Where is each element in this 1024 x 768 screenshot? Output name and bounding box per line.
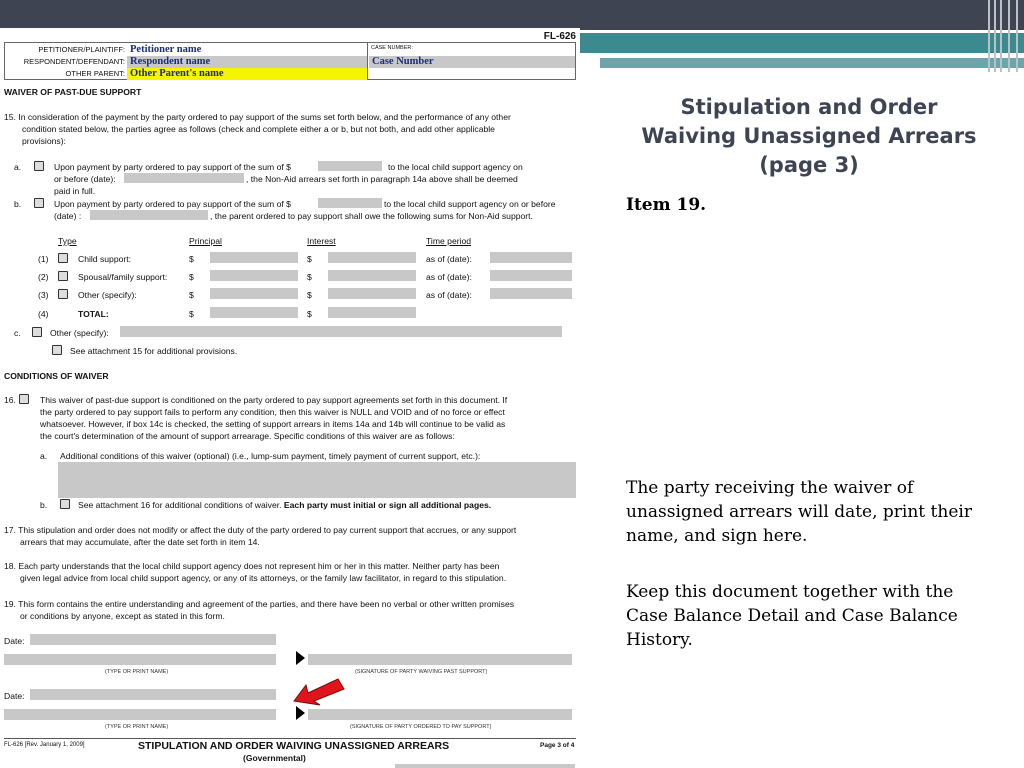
petitioner-value: Petitioner name [130,44,202,55]
petitioner-label: PETITIONER/PLAINTIFF: [38,45,125,54]
item15b-line2: (date) : [54,211,82,221]
keep-document-paragraph: Keep this document together with the Cas… [626,582,958,650]
item15c-checkbox[interactable] [32,327,42,337]
item15a-checkbox[interactable] [34,161,44,171]
item15-line3: provisions): [22,136,66,146]
item16-line1: This waiver of past-due support is condi… [40,395,508,405]
date-field[interactable] [30,634,276,645]
footer-title: STIPULATION AND ORDER WAIVING UNASSIGNED… [138,740,450,752]
item15a-line1: Upon payment by party ordered to pay sup… [54,162,291,172]
item16-line2: the party ordered to pay support fails t… [40,407,505,417]
waiver-heading: WAIVER OF PAST-DUE SUPPORT [4,87,142,97]
table-header-principal: Principal [189,236,222,246]
sig-ordered-caption: (SIGNATURE OF PARTY ORDERED TO PAY SUPPO… [350,724,492,730]
attachment15-text: See attachment 15 for additional provisi… [70,346,238,356]
item16b-label: b. [40,500,48,510]
spousal-support-checkbox[interactable] [58,271,68,281]
signature-field[interactable] [308,654,572,665]
item17-line2: arrears that may accumulate, after the d… [20,537,260,547]
item18-line1: 18. Each party understands that the loca… [4,561,500,571]
item15b-line1: Upon payment by party ordered to pay sup… [54,199,291,209]
arrow-right-icon [296,706,305,720]
conditions-heading: CONDITIONS OF WAIVER [4,371,109,381]
table-header-interest: Interest [307,236,336,246]
item15b-checkbox[interactable] [34,198,44,208]
item16-line3: whatsoever. However, if box 14c is check… [40,419,506,429]
item19-line1: 19. This form contains the entire unders… [4,599,515,609]
date-label: Date: [4,691,25,701]
slide-accent-band-lower [600,58,1024,68]
print-name-field[interactable] [4,654,276,665]
footer-page-number: Page 3 of 4 [540,742,575,749]
date-label: Date: [4,636,25,646]
item15c-text: Other (specify): [50,328,109,338]
other-support-checkbox[interactable] [58,289,68,299]
date-field[interactable] [30,689,276,700]
table-header-type: Type [58,236,77,246]
item16-checkbox[interactable] [19,394,29,404]
footer-revision: FL-626 [Rev. January 1, 2009] [4,742,85,748]
instruction-paragraph: The party receiving the waiver of unassi… [626,478,972,546]
item16-number: 16. [4,395,16,405]
item18-line2: given legal advice from local child supp… [20,573,507,583]
type-print-caption: (TYPE OR PRINT NAME) [105,724,169,730]
other-parent-value: Other Parent's name [127,68,367,80]
form-code: FL-626 [543,31,576,42]
case-caption-box: PETITIONER/PLAINTIFF: Petitioner name RE… [4,42,576,80]
item15a-line2b: , the Non-Aid arrears set forth in parag… [246,174,518,184]
item15a-label: a. [14,162,22,172]
print-name-field[interactable] [4,709,276,720]
item15-line2: condition stated below, the parties agre… [22,124,495,134]
respondent-label: RESPONDENT/DEFENDANT: [23,57,125,66]
item15-line1: 15. In consideration of the payment by t… [4,112,511,122]
type-print-caption: (TYPE OR PRINT NAME) [105,669,169,675]
item15b-line2b: , the parent ordered to pay support shal… [210,211,533,221]
case-number-value: Case Number [369,56,575,68]
slide-header-bar [0,0,1024,30]
item16b-checkbox[interactable] [60,499,70,509]
signature-field[interactable] [308,709,572,720]
item16a-label: a. [40,451,48,461]
attachment15-checkbox[interactable] [52,345,62,355]
item19-line2: or conditions by anyone, except as state… [20,611,225,621]
slide-accent-band [580,33,1024,53]
item15a-line2: or before (date): [54,174,116,184]
child-support-checkbox[interactable] [58,253,68,263]
item15c-label: c. [14,328,21,338]
item15a-line3: paid in full. [54,186,96,196]
slide-accent-line [605,55,950,57]
case-number-label: CASE NUMBER: [371,45,413,51]
item17-line1: 17. This stipulation and order does not … [4,525,517,535]
slide-title: Stipulation and Order Waiving Unassigned… [641,95,977,177]
sig-waiving-caption: (SIGNATURE OF PARTY WAIVING PAST SUPPORT… [355,669,488,675]
table-header-time-period: Time period [426,236,472,246]
item-label: Item 19. [626,195,707,215]
red-pointer-arrow-icon [293,678,345,706]
item15b-label: b. [14,199,22,209]
item16b-text: See attachment 16 for additional conditi… [78,500,492,510]
item16a-text: Additional conditions of this waiver (op… [60,451,481,461]
item15a-line1b: to the local child support agency on [388,162,523,172]
footer-subtitle: (Governmental) [243,753,306,763]
slide-corner-decoration [984,0,1024,72]
respondent-value: Respondent name [127,56,367,68]
form-scan: FL-626 PETITIONER/PLAINTIFF: Petitioner … [0,28,580,768]
item15b-line1b: to the local child support agency on or … [384,199,556,209]
other-parent-label: OTHER PARENT: [65,69,125,78]
item16-line4: the court's determination of the amount … [40,431,455,441]
arrow-right-icon [296,651,305,665]
